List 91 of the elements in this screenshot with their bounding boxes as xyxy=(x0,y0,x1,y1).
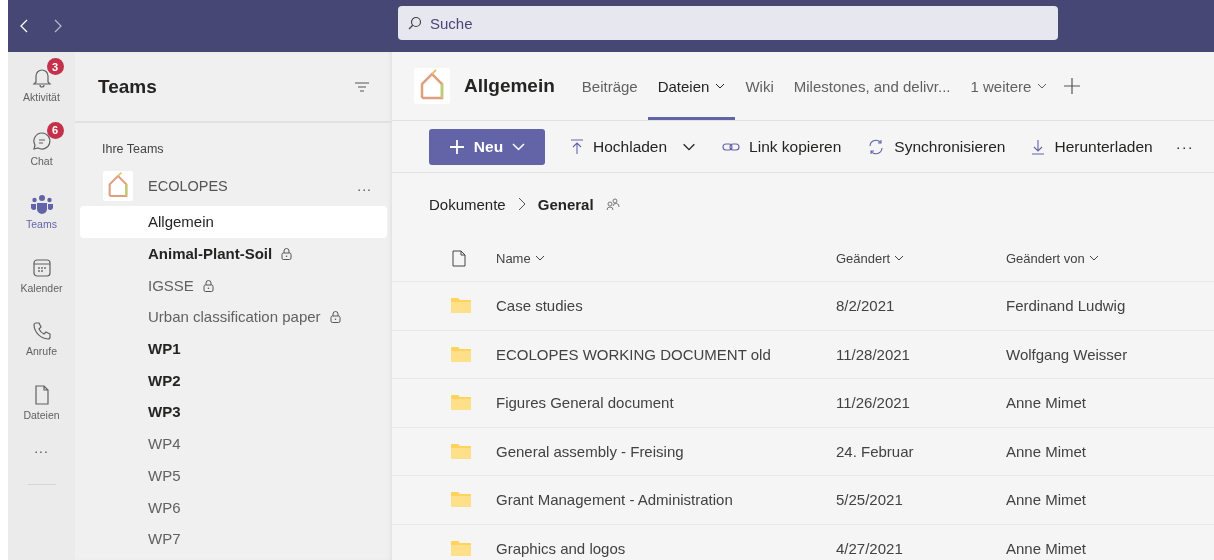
chevron-down-icon xyxy=(682,142,697,151)
phone-icon xyxy=(30,320,53,343)
house-logo-icon xyxy=(414,68,450,104)
tab[interactable]: Beiträge xyxy=(571,52,648,120)
table-cell-text: 5/25/2021 xyxy=(836,491,904,509)
table-cell-text: Wolfgang Weisser xyxy=(1006,345,1129,363)
chevron-down-icon xyxy=(1088,255,1099,261)
section-label: Ihre Teams xyxy=(101,141,165,158)
more-apps-button[interactable]: ... xyxy=(34,440,49,456)
channel-title: Allgemein xyxy=(464,75,555,97)
plus-icon xyxy=(448,138,465,155)
folder-icon xyxy=(450,442,472,460)
notification-badge: 3 xyxy=(46,58,64,76)
rail-item[interactable]: Kalender xyxy=(8,243,75,307)
table-cell-text: 24. Februar xyxy=(836,442,915,460)
new-button[interactable]: Neu xyxy=(429,128,545,165)
table-cell-text: 4/27/2021 xyxy=(836,539,904,557)
more-options-button[interactable]: ··· xyxy=(1175,138,1194,155)
bell-icon xyxy=(30,66,53,89)
channel-item[interactable]: WP3 xyxy=(80,396,387,428)
breadcrumb-item[interactable]: General xyxy=(537,195,594,213)
chevron-right-icon xyxy=(53,18,63,34)
tab[interactable]: Dateien xyxy=(647,52,736,120)
notification-badge: 6 xyxy=(46,121,64,139)
table-cell[interactable]: Grant Management - Administration xyxy=(496,491,836,509)
sync-icon xyxy=(867,138,886,155)
table-cell-text: Ferdinand Ludwig xyxy=(1006,297,1127,315)
team-name[interactable]: ECOLOPES xyxy=(148,178,358,194)
channel-item[interactable]: WP7 xyxy=(80,522,387,555)
download-icon xyxy=(1031,138,1046,155)
chevron-down-icon xyxy=(534,255,545,261)
link-icon xyxy=(722,140,741,153)
table-cell-text: Anne Mimet xyxy=(1006,539,1088,557)
channel-item[interactable]: WP2 xyxy=(80,364,387,397)
more-options-button[interactable]: ... xyxy=(357,178,372,194)
column-header[interactable]: Geändert xyxy=(836,250,1006,266)
table-cell-text: 11/26/2021 xyxy=(836,394,911,412)
toolbar-button[interactable]: Link kopieren xyxy=(713,128,851,165)
table-cell[interactable]: ECOLOPES WORKING DOCUMENT old xyxy=(496,345,836,363)
table-cell-text: Anne Mimet xyxy=(1006,442,1088,460)
table-cell[interactable]: Figures General document xyxy=(496,394,836,412)
house-logo-icon xyxy=(103,171,133,201)
chevron-left-icon xyxy=(19,18,29,34)
channel-item[interactable]: Allgemein xyxy=(80,206,387,238)
rail-item[interactable]: 6 Chat xyxy=(8,116,75,180)
sidebar-title: Teams xyxy=(98,75,157,98)
file-type-icon xyxy=(452,249,466,267)
chat-icon xyxy=(30,129,53,152)
channel-item[interactable]: WP1 xyxy=(80,332,387,365)
table-cell[interactable]: Graphics and logos xyxy=(496,539,836,557)
toolbar-button[interactable]: Synchronisieren xyxy=(858,128,1015,165)
channel-item[interactable]: IGSSE xyxy=(80,269,387,302)
toolbar-button[interactable]: Hochladen xyxy=(561,128,706,165)
table-cell-text: 11/28/2021 xyxy=(836,345,911,363)
table-cell-text: Anne Mimet xyxy=(1006,394,1088,412)
calendar-icon xyxy=(30,256,53,279)
folder-icon xyxy=(450,491,472,509)
folder-icon xyxy=(450,539,472,557)
table-cell-text: 8/2/2021 xyxy=(836,297,896,315)
tab[interactable]: Milestones, and delivr... xyxy=(783,52,961,120)
folder-icon xyxy=(450,297,472,315)
table-cell[interactable]: General assembly - Freising xyxy=(496,442,836,460)
rail-item[interactable]: Teams xyxy=(8,180,75,244)
tab[interactable]: 1 weitere xyxy=(960,52,1058,120)
people-icon xyxy=(29,193,54,216)
folder-icon xyxy=(450,394,472,412)
column-header[interactable]: Name xyxy=(496,250,836,266)
chevron-right-icon xyxy=(517,197,526,211)
channel-item[interactable]: Urban classification paper xyxy=(80,301,387,333)
chevron-down-icon xyxy=(715,83,726,89)
rail-item[interactable]: 3 Aktivität xyxy=(8,53,75,117)
channel-item[interactable]: WP5 xyxy=(80,459,387,492)
upload-icon xyxy=(570,138,584,155)
tab[interactable]: Wiki xyxy=(735,52,784,120)
rail-item[interactable]: Dateien xyxy=(8,370,75,434)
chevron-down-icon xyxy=(512,142,526,151)
channel-item[interactable]: Animal-Plant-Soil xyxy=(80,237,387,270)
table-cell-text: Anne Mimet xyxy=(1006,491,1088,509)
folder-icon xyxy=(450,345,472,363)
rail-item[interactable]: Anrufe xyxy=(8,307,75,371)
chevron-down-icon xyxy=(1037,83,1048,89)
search-field[interactable]: Suche xyxy=(398,6,1058,40)
column-header[interactable]: Geändert von xyxy=(1006,250,1214,266)
channel-item[interactable]: WP6 xyxy=(80,491,387,523)
channel-item[interactable]: WP4 xyxy=(80,427,387,460)
add-tab-icon[interactable] xyxy=(1063,77,1082,95)
table-cell[interactable]: Case studies xyxy=(496,297,836,315)
people-icon xyxy=(605,197,620,211)
toolbar-button[interactable]: Herunterladen xyxy=(1022,128,1162,165)
chevron-down-icon xyxy=(894,255,905,261)
breadcrumb-item[interactable]: Dokumente xyxy=(429,195,506,213)
